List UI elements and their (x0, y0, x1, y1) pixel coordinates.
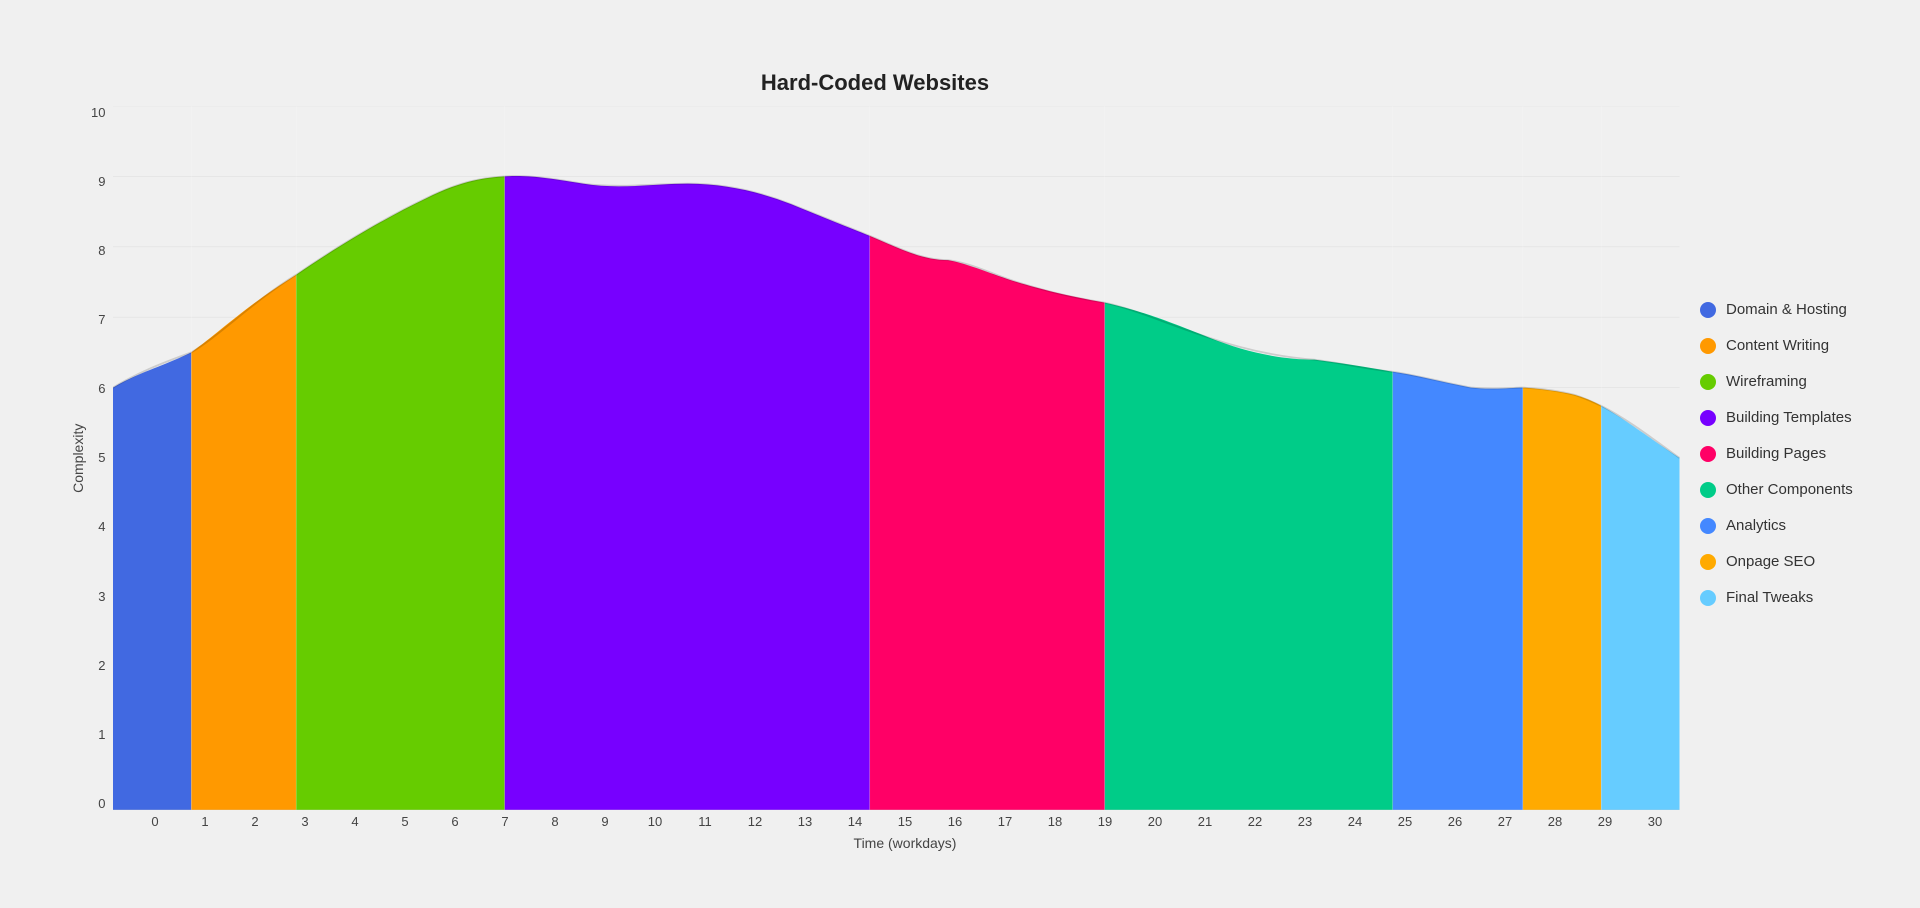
x-tick-5: 5 (380, 814, 430, 829)
x-tick-13: 13 (780, 814, 830, 829)
chart-svg (113, 106, 1680, 810)
legend-item-onpage-seo: Onpage SEO (1700, 553, 1890, 571)
legend-label-domain-hosting: Domain & Hosting (1726, 301, 1847, 319)
x-tick-29: 29 (1580, 814, 1630, 829)
x-tick-4: 4 (330, 814, 380, 829)
legend-dot-building-pages (1700, 446, 1716, 462)
y-tick-1: 1 (91, 728, 105, 741)
x-tick-25: 25 (1380, 814, 1430, 829)
y-tick-0: 0 (91, 797, 105, 810)
x-tick-27: 27 (1480, 814, 1530, 829)
legend-label-content-writing: Content Writing (1726, 337, 1829, 355)
x-tick-17: 17 (980, 814, 1030, 829)
svg-area (113, 106, 1680, 810)
legend-dot-other-components (1700, 482, 1716, 498)
legend-dot-building-templates (1700, 410, 1716, 426)
legend-dot-content-writing (1700, 338, 1716, 354)
x-tick-6: 6 (430, 814, 480, 829)
y-tick-6: 6 (91, 382, 105, 395)
legend-label-building-templates: Building Templates (1726, 409, 1852, 427)
legend-label-analytics: Analytics (1726, 517, 1786, 535)
y-tick-7: 7 (91, 313, 105, 326)
legend-label-wireframing: Wireframing (1726, 373, 1807, 391)
x-tick-0: 0 (130, 814, 180, 829)
x-tick-24: 24 (1330, 814, 1380, 829)
full-chart: Hard-Coded Websites Complexity 0 1 2 3 4… (70, 70, 1680, 798)
x-tick-26: 26 (1430, 814, 1480, 829)
x-tick-16: 16 (930, 814, 980, 829)
legend-item-wireframing: Wireframing (1700, 373, 1890, 391)
y-tick-8: 8 (91, 244, 105, 257)
x-tick-21: 21 (1180, 814, 1230, 829)
legend-label-building-pages: Building Pages (1726, 445, 1826, 463)
y-tick-10: 10 (91, 106, 105, 119)
x-tick-28: 28 (1530, 814, 1580, 829)
x-tick-23: 23 (1280, 814, 1330, 829)
legend-dot-final-tweaks (1700, 590, 1716, 606)
y-axis-ticks: 0 1 2 3 4 5 6 7 8 9 10 (91, 106, 105, 810)
x-tick-7: 7 (480, 814, 530, 829)
legend-label-final-tweaks: Final Tweaks (1726, 589, 1813, 607)
x-tick-30: 30 (1630, 814, 1680, 829)
legend-item-building-pages: Building Pages (1700, 445, 1890, 463)
legend-dot-analytics (1700, 518, 1716, 534)
x-tick-2: 2 (230, 814, 280, 829)
legend-dot-wireframing (1700, 374, 1716, 390)
legend-item-final-tweaks: Final Tweaks (1700, 589, 1890, 607)
legend-item-domain-hosting: Domain & Hosting (1700, 301, 1890, 319)
x-tick-3: 3 (280, 814, 330, 829)
legend-dot-domain-hosting (1700, 302, 1716, 318)
legend-label-onpage-seo: Onpage SEO (1726, 553, 1815, 571)
chart-area: Hard-Coded Websites Complexity 0 1 2 3 4… (0, 30, 1680, 878)
x-tick-18: 18 (1030, 814, 1080, 829)
legend-item-building-templates: Building Templates (1700, 409, 1890, 427)
x-tick-19: 19 (1080, 814, 1130, 829)
chart-body: Complexity 0 1 2 3 4 5 6 7 8 9 10 (70, 106, 1680, 810)
x-tick-14: 14 (830, 814, 880, 829)
x-axis-area: 0 1 2 3 4 5 6 7 8 9 10 11 12 13 (70, 814, 1680, 851)
legend-area: Domain & Hosting Content Writing Wirefra… (1680, 301, 1900, 607)
y-axis-label: Complexity (70, 106, 86, 810)
y-tick-4: 4 (91, 520, 105, 533)
legend-label-other-components: Other Components (1726, 481, 1853, 499)
x-ticks: 0 1 2 3 4 5 6 7 8 9 10 11 12 13 (130, 814, 1680, 829)
chart-container: Hard-Coded Websites Complexity 0 1 2 3 4… (0, 0, 1920, 908)
x-tick-15: 15 (880, 814, 930, 829)
x-tick-1: 1 (180, 814, 230, 829)
x-tick-22: 22 (1230, 814, 1280, 829)
x-axis-label: Time (workdays) (854, 835, 957, 851)
x-tick-8: 8 (530, 814, 580, 829)
chart-wrapper: Hard-Coded Websites Complexity 0 1 2 3 4… (0, 0, 1920, 908)
x-tick-10: 10 (630, 814, 680, 829)
x-tick-20: 20 (1130, 814, 1180, 829)
legend-item-content-writing: Content Writing (1700, 337, 1890, 355)
legend-dot-onpage-seo (1700, 554, 1716, 570)
x-tick-11: 11 (680, 814, 730, 829)
y-tick-9: 9 (91, 175, 105, 188)
y-tick-5: 5 (91, 451, 105, 464)
y-tick-2: 2 (91, 659, 105, 672)
legend-item-analytics: Analytics (1700, 517, 1890, 535)
x-tick-12: 12 (730, 814, 780, 829)
chart-title: Hard-Coded Websites (70, 70, 1680, 96)
x-tick-9: 9 (580, 814, 630, 829)
legend-item-other-components: Other Components (1700, 481, 1890, 499)
y-tick-3: 3 (91, 590, 105, 603)
